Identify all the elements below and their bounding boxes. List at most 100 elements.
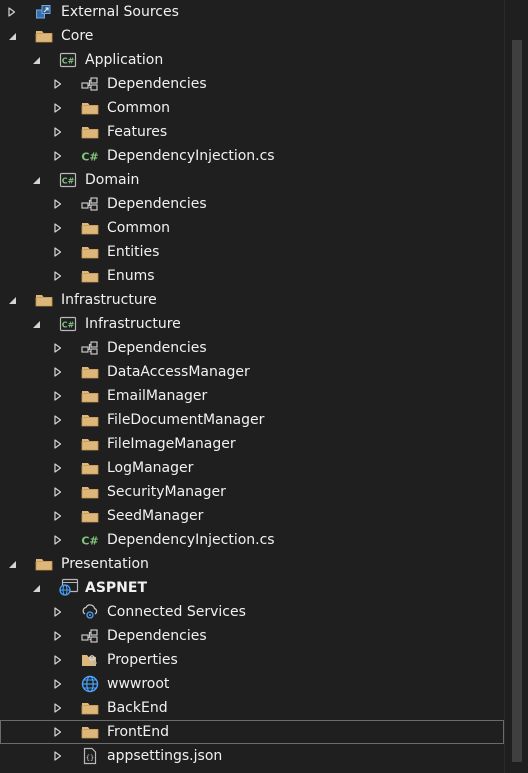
expanded-arrow-icon[interactable]: [30, 168, 42, 192]
tree-item-label: Dependencies: [107, 196, 207, 212]
tree-item[interactable]: Connected Services: [0, 600, 504, 624]
tree-item-label: Domain: [85, 172, 140, 188]
tree-item-label: Core: [61, 28, 94, 44]
globe-icon: [81, 675, 99, 693]
tree-item[interactable]: DataAccessManager: [0, 360, 504, 384]
tree-item-label: FileImageManager: [107, 436, 236, 452]
svg-text:{}: {}: [86, 754, 94, 762]
tree-item-label: EmailManager: [107, 388, 208, 404]
tree-item[interactable]: Features: [0, 120, 504, 144]
tree-item[interactable]: Entities: [0, 240, 504, 264]
collapsed-arrow-icon[interactable]: [52, 528, 64, 552]
collapsed-arrow-icon[interactable]: [52, 624, 64, 648]
collapsed-arrow-icon[interactable]: [52, 672, 64, 696]
tree-item[interactable]: C# Domain: [0, 168, 504, 192]
expanded-arrow-icon[interactable]: [6, 552, 18, 576]
tree-item[interactable]: External Sources: [0, 0, 504, 24]
tree-item[interactable]: Properties: [0, 648, 504, 672]
collapsed-arrow-icon[interactable]: [52, 144, 64, 168]
tree-item-label: FileDocumentManager: [107, 412, 265, 428]
collapsed-arrow-icon[interactable]: [52, 264, 64, 288]
collapsed-arrow-icon[interactable]: [52, 480, 64, 504]
dependencies-icon: [81, 628, 99, 644]
folder-icon: [81, 100, 99, 116]
tree-item-label: Common: [107, 220, 171, 236]
vertical-scrollbar[interactable]: [504, 0, 528, 773]
tree-item[interactable]: Common: [0, 216, 504, 240]
collapsed-arrow-icon[interactable]: [52, 120, 64, 144]
tree-item-label: Dependencies: [107, 76, 207, 92]
collapsed-arrow-icon[interactable]: [52, 696, 64, 720]
tree-item[interactable]: Dependencies: [0, 192, 504, 216]
tree-item-label: SecurityManager: [107, 484, 226, 500]
collapsed-arrow-icon[interactable]: [52, 240, 64, 264]
tree-item[interactable]: C# DependencyInjection.cs: [0, 528, 504, 552]
tree-item[interactable]: Common: [0, 96, 504, 120]
tree-item[interactable]: Presentation: [0, 552, 504, 576]
tree-item[interactable]: C# DependencyInjection.cs: [0, 144, 504, 168]
expanded-arrow-icon[interactable]: [6, 288, 18, 312]
collapsed-arrow-icon[interactable]: [52, 72, 64, 96]
tree-item-label: Infrastructure: [61, 292, 157, 308]
tree-item[interactable]: LogManager: [0, 456, 504, 480]
external-sources-icon: [35, 4, 53, 20]
tree-item-label: Infrastructure: [85, 316, 181, 332]
tree-item[interactable]: Infrastructure: [0, 288, 504, 312]
tree-item[interactable]: wwwroot: [0, 672, 504, 696]
tree-item[interactable]: C# Application: [0, 48, 504, 72]
tree-item[interactable]: FileImageManager: [0, 432, 504, 456]
dependencies-icon: [81, 76, 99, 92]
collapsed-arrow-icon[interactable]: [52, 720, 64, 744]
dependencies-icon: [81, 340, 99, 356]
tree-item-label: Presentation: [61, 556, 149, 572]
collapsed-arrow-icon[interactable]: [52, 336, 64, 360]
collapsed-arrow-icon[interactable]: [6, 0, 18, 24]
folder-icon: [81, 388, 99, 404]
tree-item[interactable]: Dependencies: [0, 624, 504, 648]
tree-item[interactable]: SeedManager: [0, 504, 504, 528]
folder-icon: [81, 268, 99, 284]
tree-item[interactable]: SecurityManager: [0, 480, 504, 504]
expanded-arrow-icon[interactable]: [30, 48, 42, 72]
collapsed-arrow-icon[interactable]: [52, 216, 64, 240]
folder-icon: [35, 28, 53, 44]
tree-item[interactable]: FrontEnd: [0, 720, 504, 744]
tree-item[interactable]: Core: [0, 24, 504, 48]
collapsed-arrow-icon[interactable]: [52, 648, 64, 672]
tree-item[interactable]: Dependencies: [0, 336, 504, 360]
expanded-arrow-icon[interactable]: [30, 312, 42, 336]
collapsed-arrow-icon[interactable]: [52, 384, 64, 408]
tree-item[interactable]: BackEnd: [0, 696, 504, 720]
json-file-icon: {}: [81, 747, 99, 765]
properties-icon: [81, 652, 99, 668]
csharp-file-icon: C#: [81, 532, 99, 548]
folder-icon: [81, 436, 99, 452]
tree-item-label: BackEnd: [107, 700, 168, 716]
tree-item[interactable]: ASPNET: [0, 576, 504, 600]
collapsed-arrow-icon[interactable]: [52, 600, 64, 624]
folder-icon: [81, 364, 99, 380]
tree-item[interactable]: C# Infrastructure: [0, 312, 504, 336]
tree-item-label: Enums: [107, 268, 155, 284]
collapsed-arrow-icon[interactable]: [52, 456, 64, 480]
collapsed-arrow-icon[interactable]: [52, 432, 64, 456]
tree-item-label: Common: [107, 100, 171, 116]
svg-text:C#: C#: [81, 151, 98, 164]
collapsed-arrow-icon[interactable]: [52, 408, 64, 432]
collapsed-arrow-icon[interactable]: [52, 744, 64, 768]
tree-item[interactable]: Dependencies: [0, 72, 504, 96]
tree-item[interactable]: Enums: [0, 264, 504, 288]
tree-item[interactable]: EmailManager: [0, 384, 504, 408]
tree-item[interactable]: {} appsettings.json: [0, 744, 504, 768]
scrollbar-thumb[interactable]: [512, 40, 522, 762]
tree-item[interactable]: FileDocumentManager: [0, 408, 504, 432]
folder-icon: [81, 124, 99, 140]
tree-item-label: SeedManager: [107, 508, 204, 524]
collapsed-arrow-icon[interactable]: [52, 360, 64, 384]
expanded-arrow-icon[interactable]: [30, 576, 42, 600]
expanded-arrow-icon[interactable]: [6, 24, 18, 48]
collapsed-arrow-icon[interactable]: [52, 96, 64, 120]
collapsed-arrow-icon[interactable]: [52, 192, 64, 216]
tree-item-label: DataAccessManager: [107, 364, 250, 380]
collapsed-arrow-icon[interactable]: [52, 504, 64, 528]
